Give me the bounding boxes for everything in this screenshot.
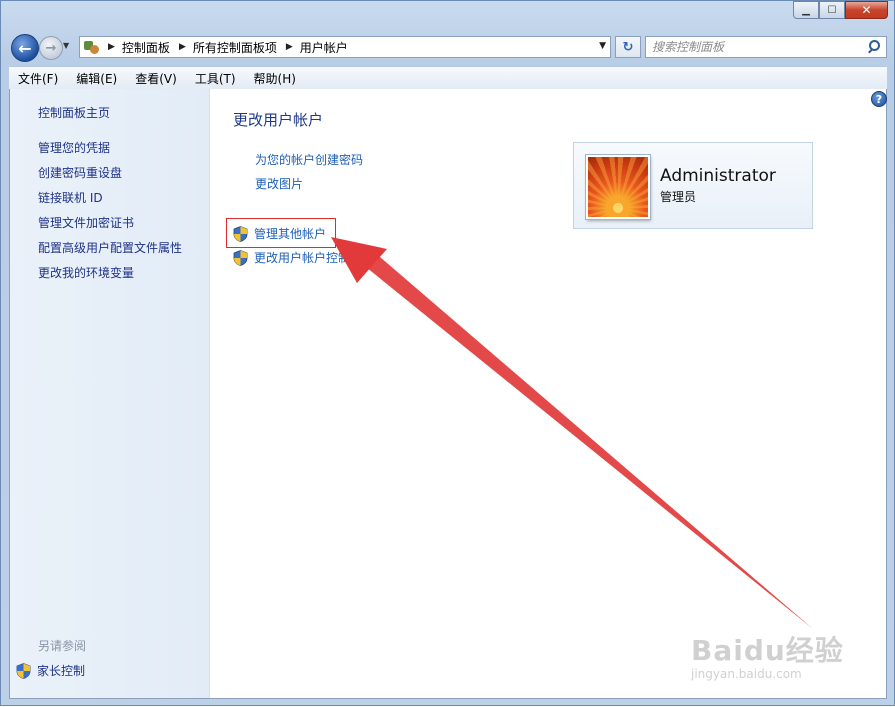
control-panel-icon: [83, 39, 101, 55]
sidebar-item-parental-controls[interactable]: 家长控制: [16, 662, 85, 679]
breadcrumb-all-items[interactable]: 所有控制面板项: [193, 39, 277, 56]
sidebar: 控制面板主页 管理您的凭据 创建密码重设盘 链接联机 ID 管理文件加密证书 配…: [10, 89, 210, 698]
baidu-watermark: Baidu经验 jingyan.baidu.com: [691, 629, 844, 681]
flower-picture: [588, 157, 648, 217]
search-input[interactable]: [646, 39, 866, 55]
arrow-right-icon: →: [45, 40, 57, 56]
chevron-down-icon[interactable]: ▼: [599, 41, 606, 51]
user-account-card: Administrator 管理员: [573, 142, 813, 229]
refresh-button[interactable]: ↻: [615, 36, 641, 58]
address-bar[interactable]: ▶ 控制面板 ▶ 所有控制面板项 ▶ 用户帐户 ▼: [79, 36, 611, 58]
maximize-button[interactable]: ☐: [819, 1, 845, 19]
baidu-logo: Baidu经验: [691, 634, 844, 667]
recent-pages-dropdown[interactable]: ▼: [63, 41, 69, 50]
help-icon[interactable]: ?: [871, 91, 887, 107]
minimize-button[interactable]: ▁: [793, 1, 819, 19]
menu-file[interactable]: 文件(F): [9, 70, 67, 87]
breadcrumb-user-accounts[interactable]: 用户帐户: [300, 39, 348, 56]
uac-shield-icon: [233, 249, 248, 266]
menu-help[interactable]: 帮助(H): [245, 70, 305, 87]
chevron-right-icon[interactable]: ▶: [179, 42, 186, 52]
menu-edit[interactable]: 编辑(E): [67, 70, 126, 87]
caption-buttons: ▁ ☐ ✕: [793, 1, 888, 19]
navigation-bar: ← → ▼ ▶ 控制面板 ▶ 所有控制面板项 ▶ 用户帐户 ▼ ↻: [9, 31, 887, 63]
refresh-icon: ↻: [622, 39, 634, 55]
change-picture-link[interactable]: 更改图片: [255, 175, 303, 192]
sidebar-item-reset-disk[interactable]: 创建密码重设盘: [38, 164, 122, 181]
close-button[interactable]: ✕: [845, 1, 888, 19]
sidebar-item-home[interactable]: 控制面板主页: [38, 104, 110, 121]
menu-tools[interactable]: 工具(T): [186, 70, 245, 87]
breadcrumb-control-panel[interactable]: 控制面板: [122, 39, 170, 56]
user-role: 管理员: [660, 190, 697, 204]
annotation-highlight-box: [226, 218, 336, 248]
sidebar-item-advanced-profile[interactable]: 配置高级用户配置文件属性: [38, 239, 182, 256]
back-button[interactable]: ←: [11, 34, 39, 62]
uac-settings-link[interactable]: 更改用户帐户控制设置: [233, 249, 374, 266]
menu-view[interactable]: 查看(V): [126, 70, 186, 87]
uac-settings-label: 更改用户帐户控制设置: [254, 251, 375, 265]
create-password-link[interactable]: 为您的帐户创建密码: [255, 151, 363, 168]
parental-controls-label: 家长控制: [37, 664, 86, 678]
sidebar-item-encryption-cert[interactable]: 管理文件加密证书: [38, 214, 134, 231]
chevron-right-icon[interactable]: ▶: [108, 42, 115, 52]
arrow-left-icon: ←: [18, 38, 32, 58]
page-title: 更改用户帐户: [233, 111, 324, 129]
see-also-heading: 另请参阅: [38, 639, 87, 653]
avatar: [586, 155, 650, 219]
forward-button[interactable]: →: [39, 36, 63, 60]
sidebar-item-env-vars[interactable]: 更改我的环境变量: [38, 264, 134, 281]
search-box[interactable]: [645, 36, 887, 58]
chevron-right-icon[interactable]: ▶: [286, 42, 293, 52]
explorer-window: ▁ ☐ ✕ ← → ▼ ▶ 控制面板 ▶ 所有控制面板项 ▶ 用户帐户 ▼ ↻: [0, 0, 895, 706]
watermark-url: jingyan.baidu.com: [691, 667, 802, 681]
uac-shield-icon: [16, 662, 31, 679]
sidebar-item-online-id[interactable]: 链接联机 ID: [38, 189, 103, 206]
content-area: 控制面板主页 管理您的凭据 创建密码重设盘 链接联机 ID 管理文件加密证书 配…: [9, 89, 887, 699]
search-icon[interactable]: [866, 39, 882, 55]
sidebar-item-credentials[interactable]: 管理您的凭据: [38, 139, 110, 156]
menu-bar: 文件(F) 编辑(E) 查看(V) 工具(T) 帮助(H): [9, 66, 887, 90]
user-name: Administrator: [660, 166, 776, 186]
